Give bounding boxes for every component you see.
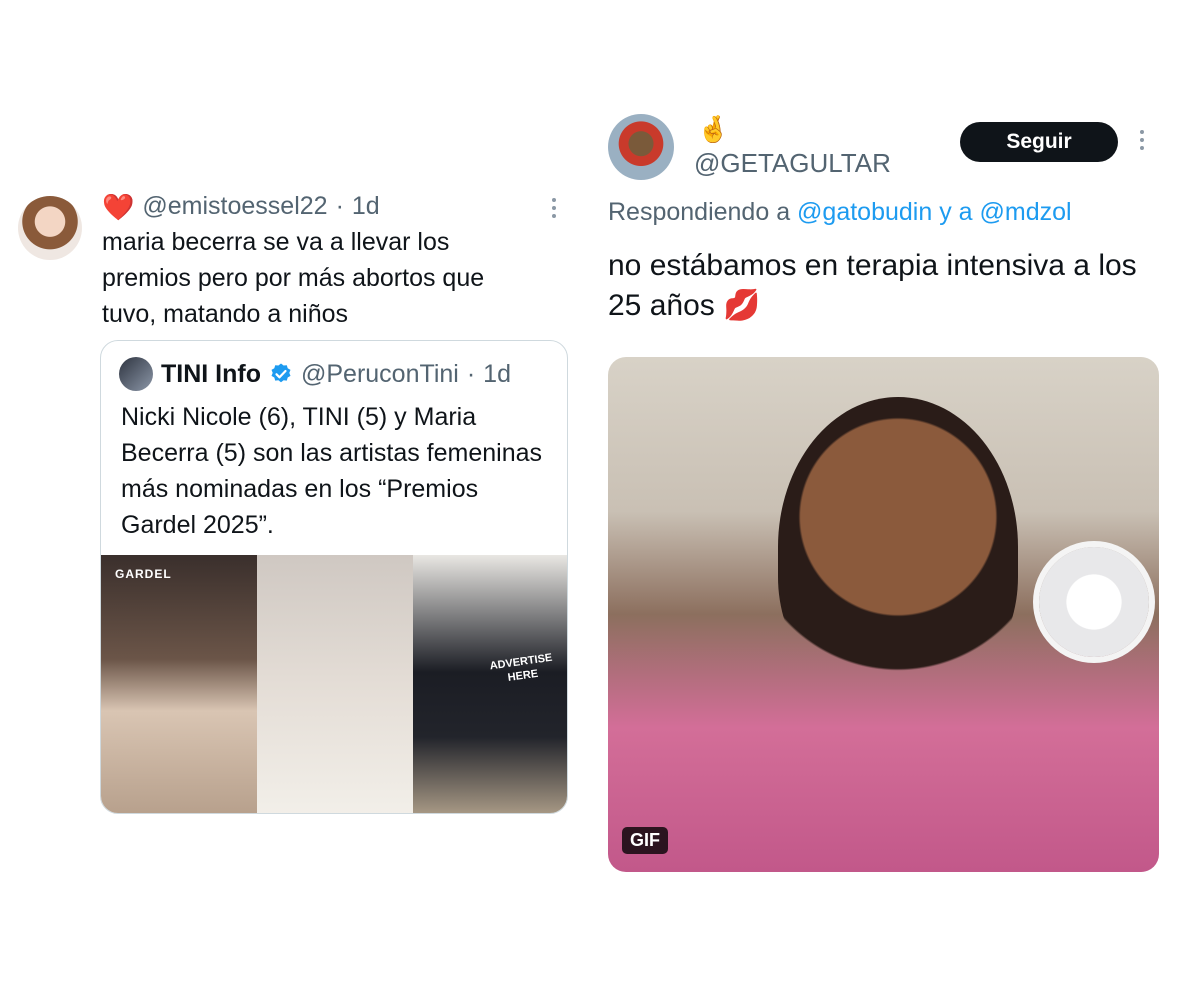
gif-media[interactable]: GIF xyxy=(608,357,1159,872)
heart-emoji: ❤️ xyxy=(102,191,135,222)
mention-link[interactable]: @gatobudin xyxy=(797,198,932,226)
replying-joiner: y a xyxy=(939,198,973,226)
more-options-icon[interactable] xyxy=(1140,130,1144,150)
quote-media[interactable]: GARDEL ADVERTISE HERE xyxy=(101,555,567,813)
replying-prefix: Respondiendo a xyxy=(608,198,791,226)
timestamp[interactable]: 1d xyxy=(352,192,380,221)
quote-text: Nicki Nicole (6), TINI (5) y Maria Becer… xyxy=(121,403,543,539)
quote-header: TINI Info @PeruconTini · 1d xyxy=(119,357,511,391)
separator-dot: · xyxy=(335,192,344,220)
separator-dot: · xyxy=(466,359,476,388)
tweet-text: maria becerra se va a llevar los premios… xyxy=(102,228,485,328)
quote-timestamp: 1d xyxy=(483,359,511,388)
avatar[interactable] xyxy=(608,114,674,180)
quote-avatar xyxy=(119,357,153,391)
photo-panel xyxy=(257,555,413,813)
gif-badge: GIF xyxy=(622,827,668,854)
crossed-fingers-emoji: 🤞 xyxy=(697,114,730,144)
quote-display-name: TINI Info xyxy=(161,359,261,388)
user-handle[interactable]: @GETAGULTAR xyxy=(694,148,891,179)
tweet-text: no estábamos en terapia intensiva a los … xyxy=(608,249,1137,322)
avatar[interactable] xyxy=(18,196,82,260)
quote-tweet-card[interactable]: TINI Info @PeruconTini · 1d Nicki Nicole… xyxy=(100,340,568,814)
fan-object xyxy=(1039,547,1149,657)
photo-panel: GARDEL xyxy=(101,555,257,813)
more-options-icon[interactable] xyxy=(552,198,556,218)
shirt-text: ADVERTISE HERE xyxy=(489,651,554,685)
verified-badge-icon xyxy=(271,363,291,383)
photo-panel: ADVERTISE HERE xyxy=(413,555,567,813)
quote-handle: @PeruconTini xyxy=(300,359,459,388)
mention-link[interactable]: @mdzol xyxy=(980,198,1072,226)
gif-subject xyxy=(778,397,1018,697)
media-watermark: GARDEL xyxy=(115,567,172,581)
tweet-header: ❤️ @emistoessel22 · 1d xyxy=(102,192,380,221)
follow-button[interactable]: Seguir xyxy=(960,122,1118,162)
replying-to: Respondiendo a @gatobudin y a @mdzol xyxy=(608,198,1072,227)
user-handle[interactable]: @emistoessel22 xyxy=(142,192,327,221)
